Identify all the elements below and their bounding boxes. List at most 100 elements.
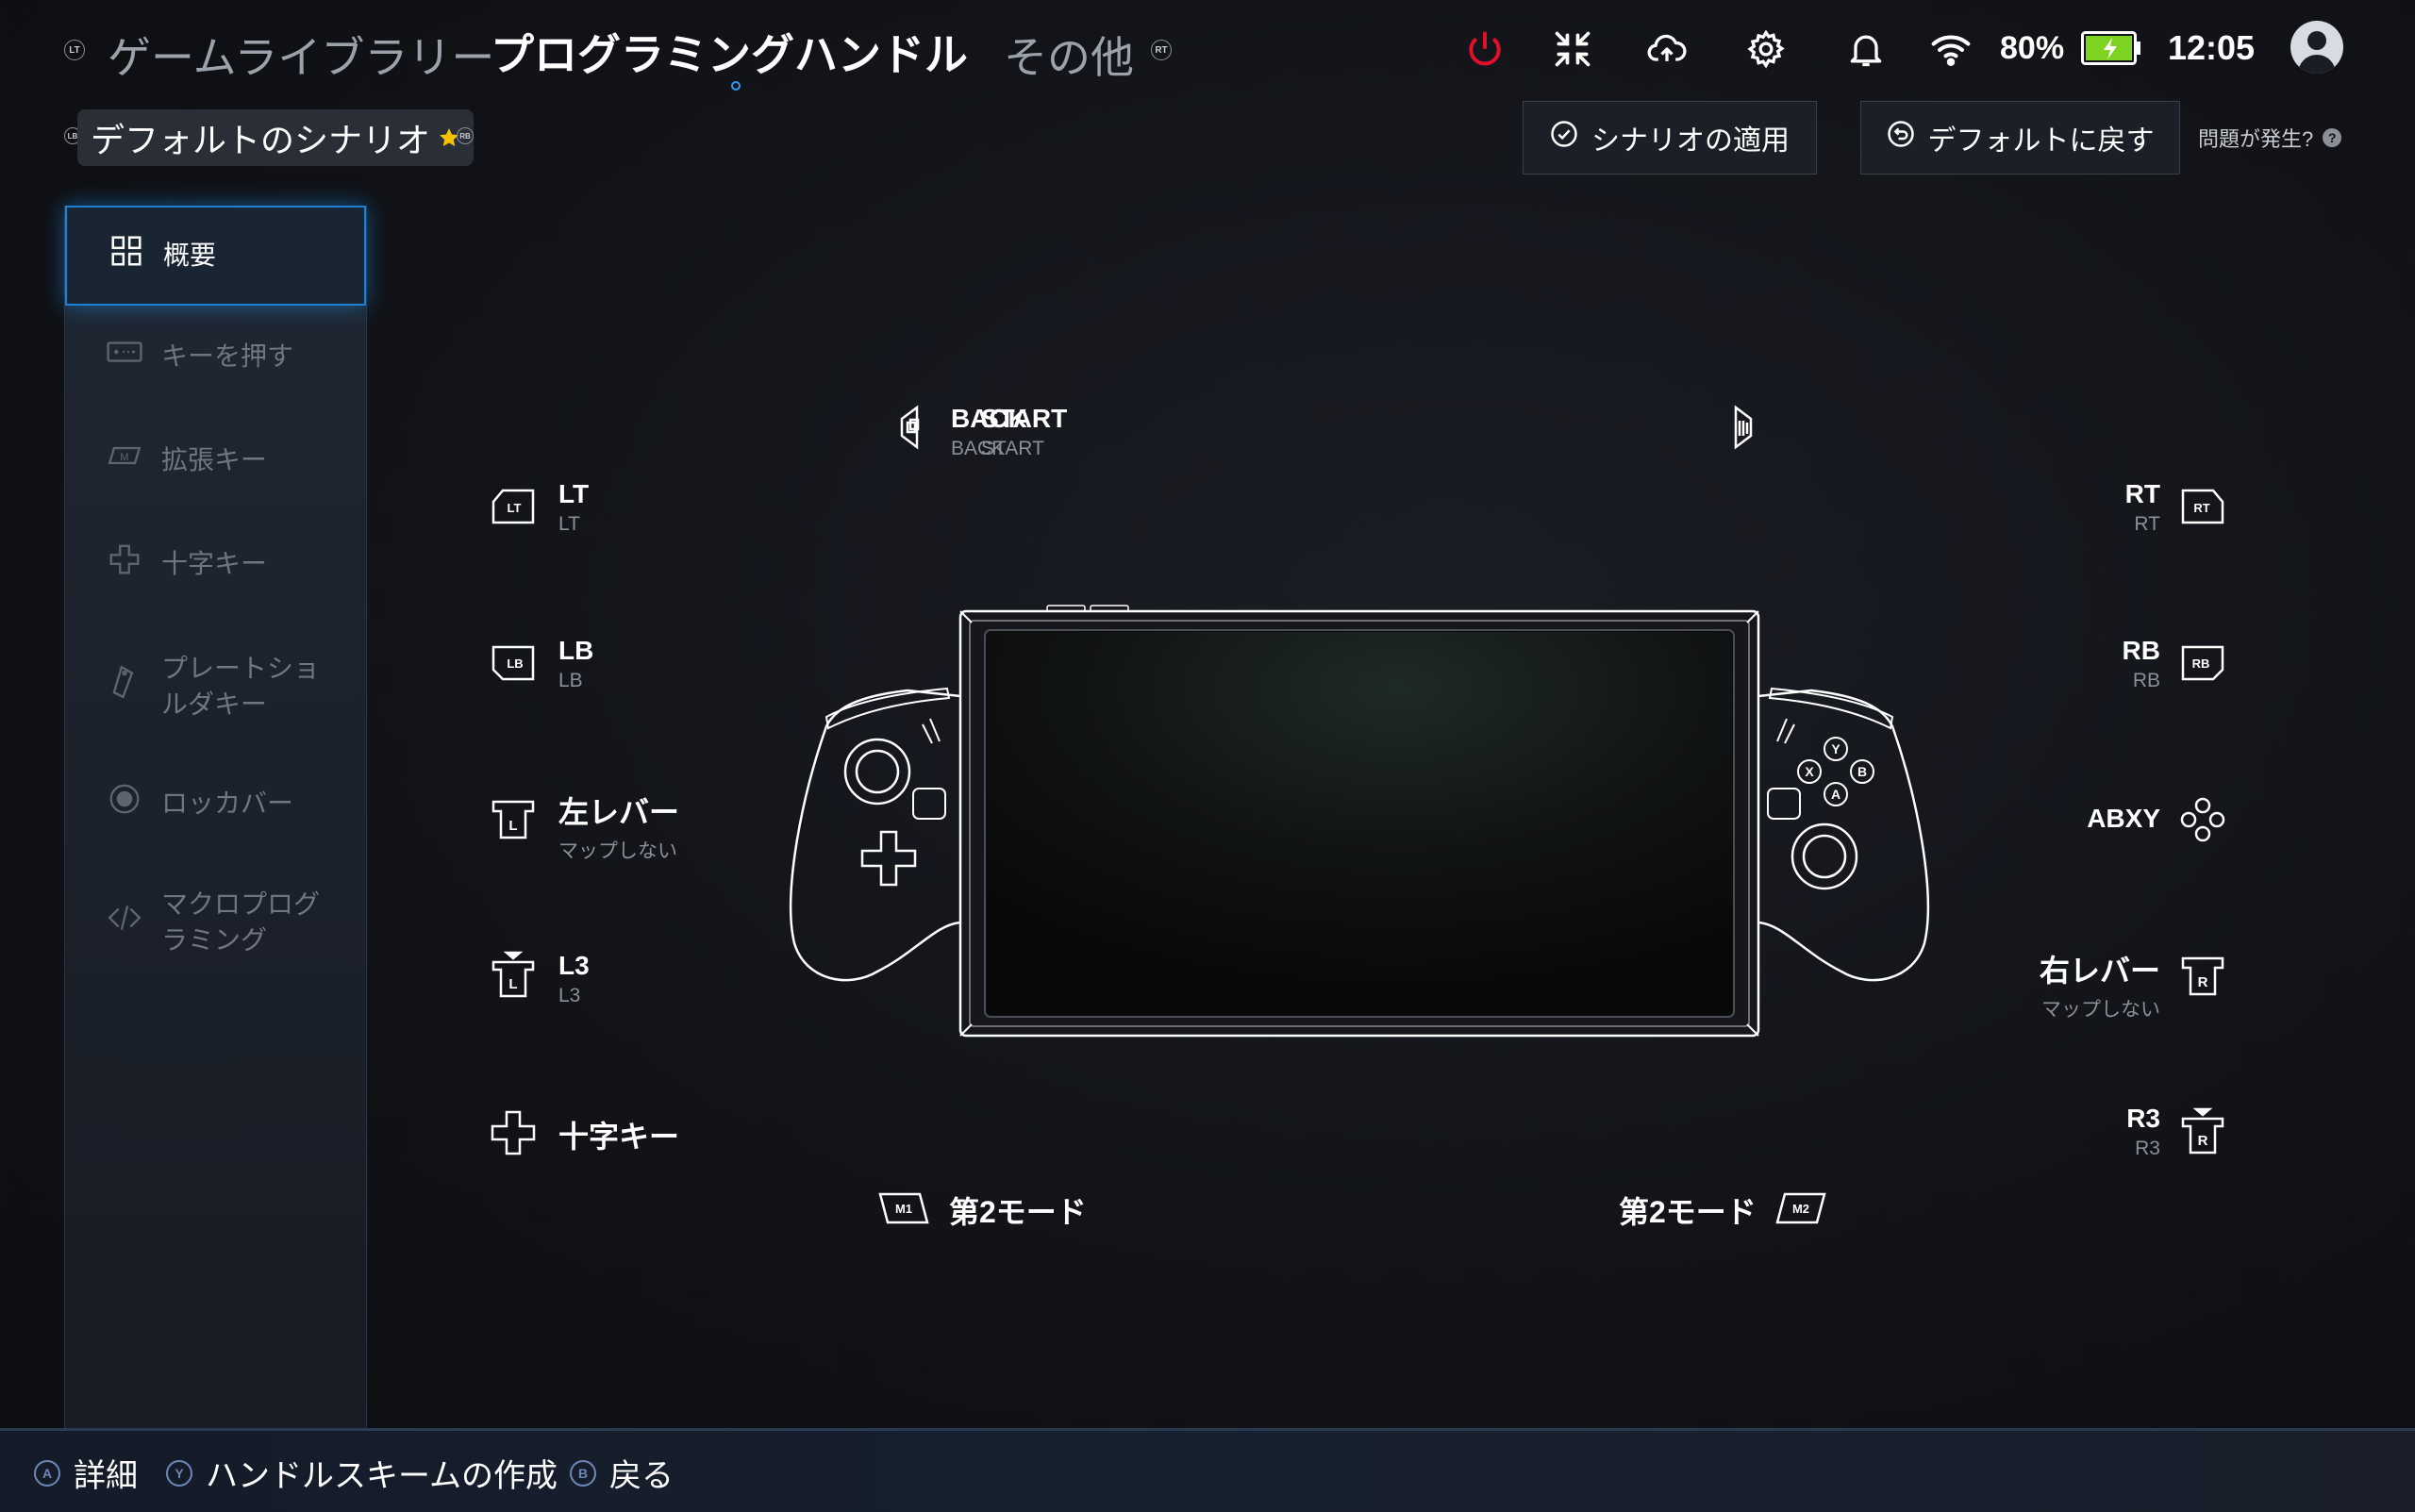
help-link[interactable]: 問題が発生? ? <box>2198 123 2342 153</box>
mapping-start-sub: START <box>981 438 1044 459</box>
sidebar-item-rocker[interactable]: ロッカバー <box>65 775 366 832</box>
m1-icon-text: M1 <box>895 1202 912 1216</box>
r3-icon-text: R <box>2198 1133 2208 1149</box>
mapping-l3-title: L3 <box>558 951 590 980</box>
clock: 12:05 <box>2168 28 2256 67</box>
tab-other[interactable]: その他 <box>1004 24 1134 86</box>
mapping-m2-title: 第2モード <box>1619 1195 1757 1229</box>
rb-icon-text: RB <box>2192 656 2210 671</box>
lb-icon-text: LB <box>507 656 523 671</box>
bottom-hint-bar: A 詳細 Y ハンドルスキームの作成 B 戻る <box>0 1428 2415 1512</box>
sidebar-item-label: 拡張キー <box>161 445 268 474</box>
m-key-icon: M <box>107 438 161 483</box>
b-button-text: B <box>1857 764 1867 779</box>
mapping-right-stick-title: 右レバー <box>2039 954 2160 988</box>
mapping-start-title: START <box>981 404 1068 433</box>
mapping-lb[interactable]: LB LB <box>558 636 593 692</box>
plate-key-icon <box>107 664 161 709</box>
scenario-name: デフォルトのシナリオ <box>91 121 431 159</box>
back-hint[interactable]: B 戻る <box>570 1450 674 1496</box>
mapping-r3-title: R3 <box>2126 1104 2160 1133</box>
y-button-text: Y <box>1831 741 1840 756</box>
a-button-hint-icon: A <box>34 1459 60 1487</box>
bell-icon[interactable] <box>1838 21 1894 77</box>
left-stick-icon: L <box>490 796 537 848</box>
sidebar-item-overview[interactable]: 概要 <box>65 206 366 306</box>
m2-icon-text: M2 <box>1792 1202 1809 1216</box>
mapping-left-stick[interactable]: 左レバー マップしない <box>558 789 679 864</box>
help-label: 問題が発生? <box>2198 127 2314 151</box>
dpad-icon <box>107 541 161 587</box>
right-stick-icon: R <box>2179 953 2226 1005</box>
mapping-start[interactable]: START START <box>981 404 1170 460</box>
b-button-hint-icon: B <box>570 1459 596 1487</box>
scenario-selector[interactable]: デフォルトのシナリオ <box>77 109 475 166</box>
sidebar-item-label: プレートショ ルダキー <box>161 654 321 719</box>
mapping-dpad[interactable]: 十字キー <box>558 1113 679 1156</box>
mapping-m1[interactable]: 第2モード <box>949 1188 1087 1232</box>
mapping-left-stick-sub: マップしない <box>558 840 677 862</box>
mapping-lb-title: LB <box>558 636 594 665</box>
m2-button-icon: M2 <box>1774 1187 1828 1235</box>
lt-hint-icon: LT <box>64 40 85 60</box>
reset-default-label: デフォルトに戻す <box>1927 125 2155 157</box>
rt-button-icon: RT <box>2179 483 2226 535</box>
grid-icon <box>108 233 163 278</box>
create-scheme-hint[interactable]: Y ハンドルスキームの作成 <box>166 1450 558 1496</box>
avatar[interactable] <box>2290 21 2343 74</box>
mapping-rt-title: RT <box>2124 479 2160 508</box>
mapping-right-stick-sub: マップしない <box>2041 999 2160 1021</box>
mapping-r3-sub: R3 <box>2135 1138 2160 1159</box>
back-button-icon <box>889 404 936 456</box>
power-icon[interactable] <box>1457 21 1513 77</box>
cloud-upload-icon[interactable] <box>1639 21 1695 77</box>
sidebar-item-macro-programming[interactable]: マクロプログ ラミング <box>65 885 366 960</box>
sidebar-item-label: キーを押す <box>161 341 294 371</box>
l3-icon-text: L <box>508 976 517 992</box>
sidebar: 概要 キーを押す M 拡張キー 十字キー プレートショ ルダキー ロッカバー マ… <box>64 206 367 1432</box>
x-button-text: X <box>1805 764 1814 779</box>
mapping-left-stick-title: 左レバー <box>558 795 680 829</box>
mapping-m1-title: 第2モード <box>949 1195 1087 1229</box>
l-icon-text: L <box>508 818 517 834</box>
lt-icon-text: LT <box>508 501 522 515</box>
gear-icon[interactable] <box>1738 21 1794 77</box>
abxy-icon <box>2179 796 2226 848</box>
compress-icon[interactable] <box>1544 21 1601 77</box>
mapping-m2[interactable]: 第2モード <box>1619 1188 1757 1232</box>
mapping-rb[interactable]: RB RB <box>2028 636 2160 692</box>
check-circle-icon <box>1550 120 1578 156</box>
mapping-lt[interactable]: LT LT <box>558 479 589 536</box>
lt-button-icon: LT <box>490 483 537 535</box>
details-hint[interactable]: A 詳細 <box>34 1450 138 1496</box>
mapping-abxy[interactable]: ABXY <box>2028 804 2160 834</box>
mapping-rt[interactable]: RT RT <box>2028 479 2160 536</box>
sidebar-item-extended-keys[interactable]: M 拡張キー <box>65 432 366 489</box>
rb-button-icon: RB <box>2179 640 2226 691</box>
r-icon-text: R <box>2198 974 2208 990</box>
battery-percent: 80% <box>2000 30 2065 66</box>
help-icon: ? <box>2323 128 2342 147</box>
wifi-icon[interactable] <box>1923 21 1979 77</box>
mapping-r3[interactable]: R3 R3 <box>2028 1104 2160 1160</box>
back-hint-label: 戻る <box>609 1458 674 1494</box>
mapping-right-stick[interactable]: 右レバー マップしない <box>1972 947 2160 1022</box>
sidebar-item-label: 概要 <box>163 241 217 270</box>
mapping-lt-title: LT <box>558 479 590 508</box>
tab-game-library[interactable]: ゲームライブラリー <box>108 24 494 86</box>
handheld-device-illustration: Y X B A <box>790 605 1929 1038</box>
create-scheme-hint-label: ハンドルスキームの作成 <box>206 1458 558 1494</box>
mapping-rb-title: RB <box>2122 636 2160 665</box>
apply-scenario-button[interactable]: シナリオの適用 <box>1523 101 1817 174</box>
battery-icon <box>2081 31 2141 65</box>
sidebar-item-plate-shoulder-keys[interactable]: プレートショ ルダキー <box>65 649 366 724</box>
reset-default-button[interactable]: デフォルトに戻す <box>1860 101 2180 174</box>
mapping-l3[interactable]: L3 L3 <box>558 951 590 1007</box>
l3-button-icon: L <box>490 951 537 1003</box>
mapping-lt-sub: LT <box>558 513 580 535</box>
sidebar-item-dpad[interactable]: 十字キー <box>65 536 366 592</box>
sidebar-item-key-press[interactable]: キーを押す <box>65 328 366 385</box>
tab-programming-handle[interactable]: プログラミングハンドル <box>491 21 968 83</box>
mapping-rb-sub: RB <box>2132 670 2160 691</box>
m1-button-icon: M1 <box>876 1187 931 1235</box>
